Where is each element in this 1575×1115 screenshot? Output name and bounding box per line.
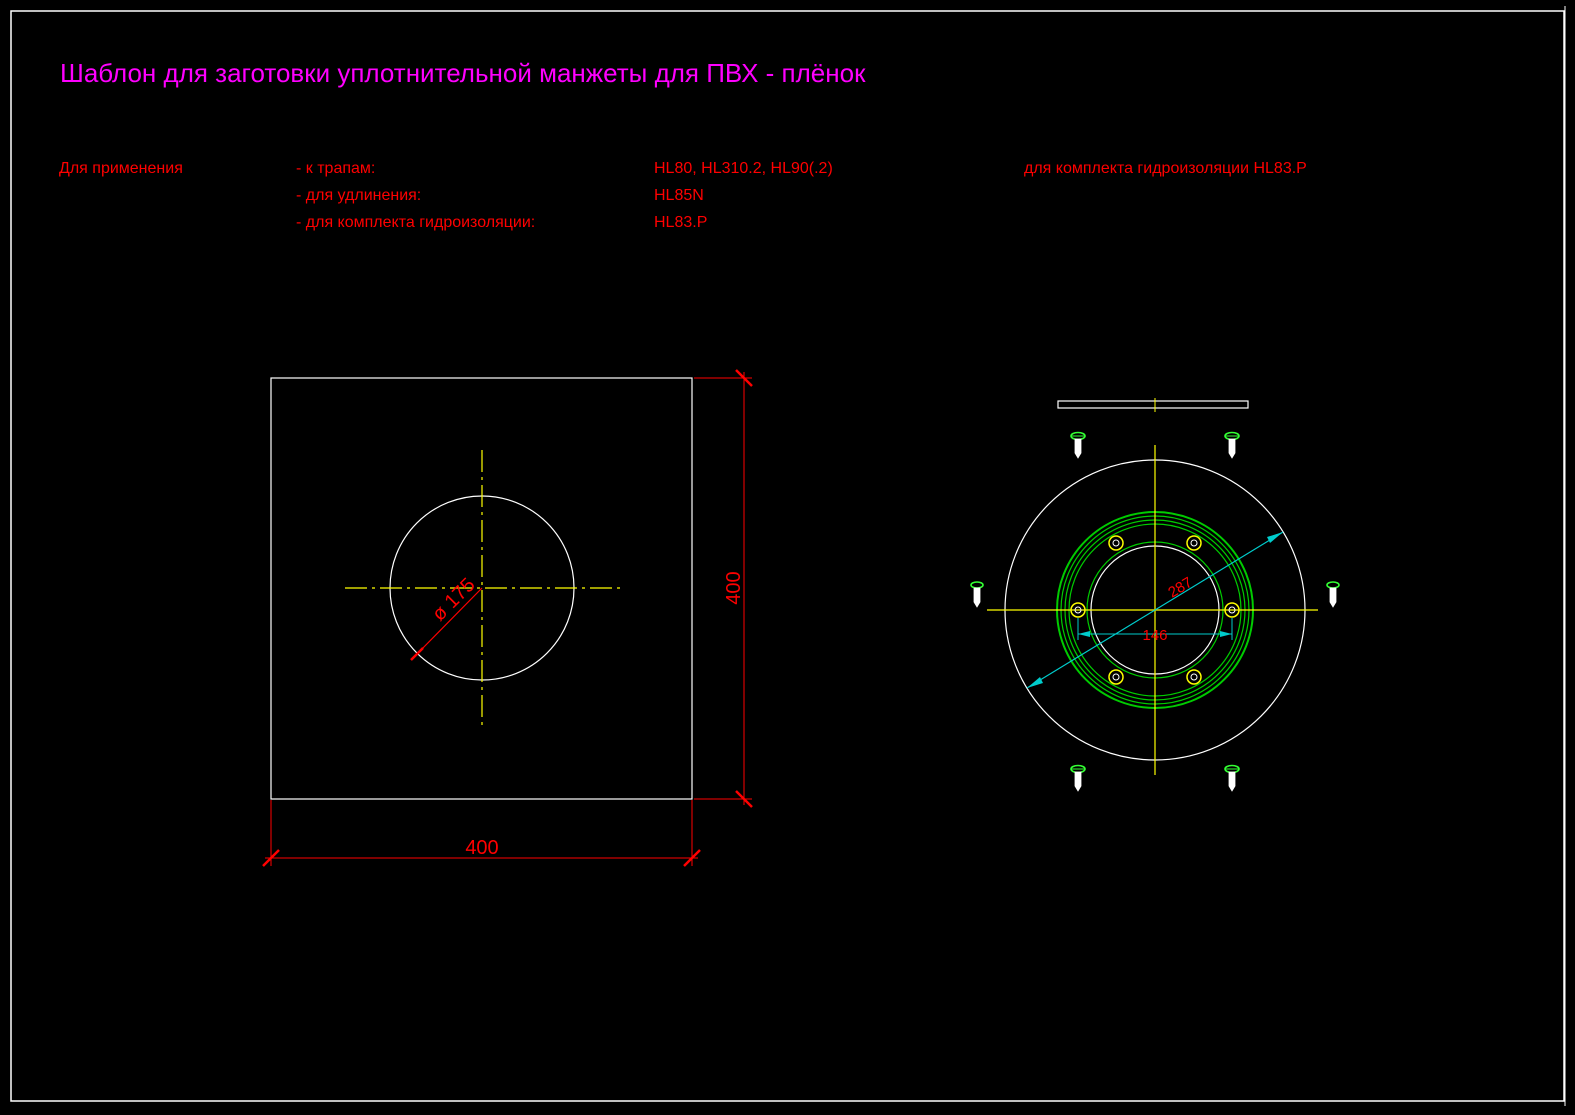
bolt-spacing-arrow [1078,631,1090,637]
application-row-value: HL85N [654,187,704,204]
bolt-spacing-arrow [1220,631,1232,637]
drawing-canvas: Шаблон для заготовки уплотнительной манж… [0,0,1575,1115]
hole-diameter-label: ø 175 [428,574,480,626]
application-row-label: - к трапам: [296,160,375,177]
application-row-label: - для удлинения: [296,187,421,204]
drawing-title: Шаблон для заготовки уплотнительной манж… [60,58,866,88]
bolt-hole [1108,669,1124,685]
kit-note: для комплекта гидроизоляции HL83.P [1024,160,1307,177]
outer-diameter-arrow [1027,677,1043,688]
application-label: Для применения [59,160,183,177]
width-dimension-label: 400 [465,837,498,859]
bolt-spacing-label: 146 [1142,627,1167,644]
outer-diameter-arrow [1267,532,1283,543]
template-view: ø 175 400 400 [262,369,753,867]
flange-view: 287 146 [970,398,1340,792]
height-dimension-label: 400 [723,571,745,604]
bolt-hole [1186,669,1202,685]
cad-drawing: Шаблон для заготовки уплотнительной манж… [10,6,1566,1106]
diameter-arrow-tick [410,647,424,661]
bolt-hole [1108,535,1124,551]
application-row-value: HL80, HL310.2, HL90(.2) [654,160,833,177]
screw-icon [1070,764,1086,792]
clamp-plate [1057,400,1249,409]
bolt-hole [1186,535,1202,551]
screw-icon [1326,581,1340,608]
outer-diameter-label: 287 [1165,574,1195,601]
application-row-label: - для комплекта гидроизоляции: [296,214,535,231]
screw-icon [1224,431,1240,459]
screw-icon [1224,764,1240,792]
application-row-value: HL83.P [654,214,707,231]
screw-icon [970,581,984,608]
screw-icon [1070,431,1086,459]
